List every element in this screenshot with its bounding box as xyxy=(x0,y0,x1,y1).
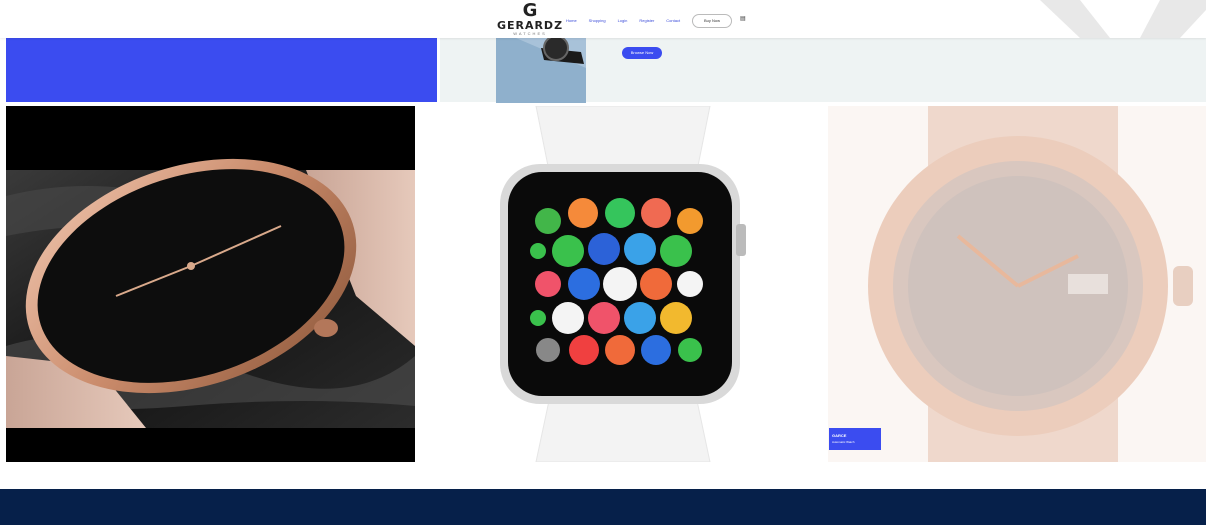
gallery-caption[interactable]: GARCE Automatic Watch xyxy=(829,428,881,450)
nav-register[interactable]: Register xyxy=(639,18,654,23)
hero-blue-block xyxy=(6,38,437,102)
gallery-image-smartwatch[interactable] xyxy=(418,106,828,462)
hero-watch-illustration xyxy=(496,38,586,103)
decorative-corner-shape xyxy=(1040,0,1206,38)
site-header: G GERARDZ WATCHES Home Shopping Login Re… xyxy=(0,0,1206,38)
site-footer xyxy=(0,489,1206,525)
smartwatch-illustration xyxy=(418,106,828,462)
cart-icon[interactable]: ▤ xyxy=(740,15,746,22)
gallery-image-mesh-watch[interactable] xyxy=(6,106,415,462)
nav-login[interactable]: Login xyxy=(618,18,628,23)
mesh-watch-illustration xyxy=(6,158,415,428)
nav-shopping[interactable]: Shopping xyxy=(589,18,606,23)
logo-mark: G xyxy=(522,0,538,21)
gold-watch-illustration xyxy=(828,106,1206,462)
caption-title: GARCE xyxy=(832,433,847,438)
buy-now-button[interactable]: Buy Now xyxy=(692,14,732,28)
hero-product-image xyxy=(496,38,586,103)
nav-home[interactable]: Home xyxy=(566,18,577,23)
browse-now-button[interactable]: Browse Now xyxy=(622,47,662,59)
main-nav: Home Shopping Login Register Contact Adm… xyxy=(566,14,703,26)
logo-name: GERARDZ xyxy=(496,19,564,32)
nav-contact[interactable]: Contact xyxy=(666,18,680,23)
gallery-image-gold-watch[interactable] xyxy=(828,106,1206,462)
brand-logo[interactable]: G GERARDZ WATCHES xyxy=(494,0,566,37)
caption-subtitle: Automatic Watch xyxy=(832,440,855,444)
